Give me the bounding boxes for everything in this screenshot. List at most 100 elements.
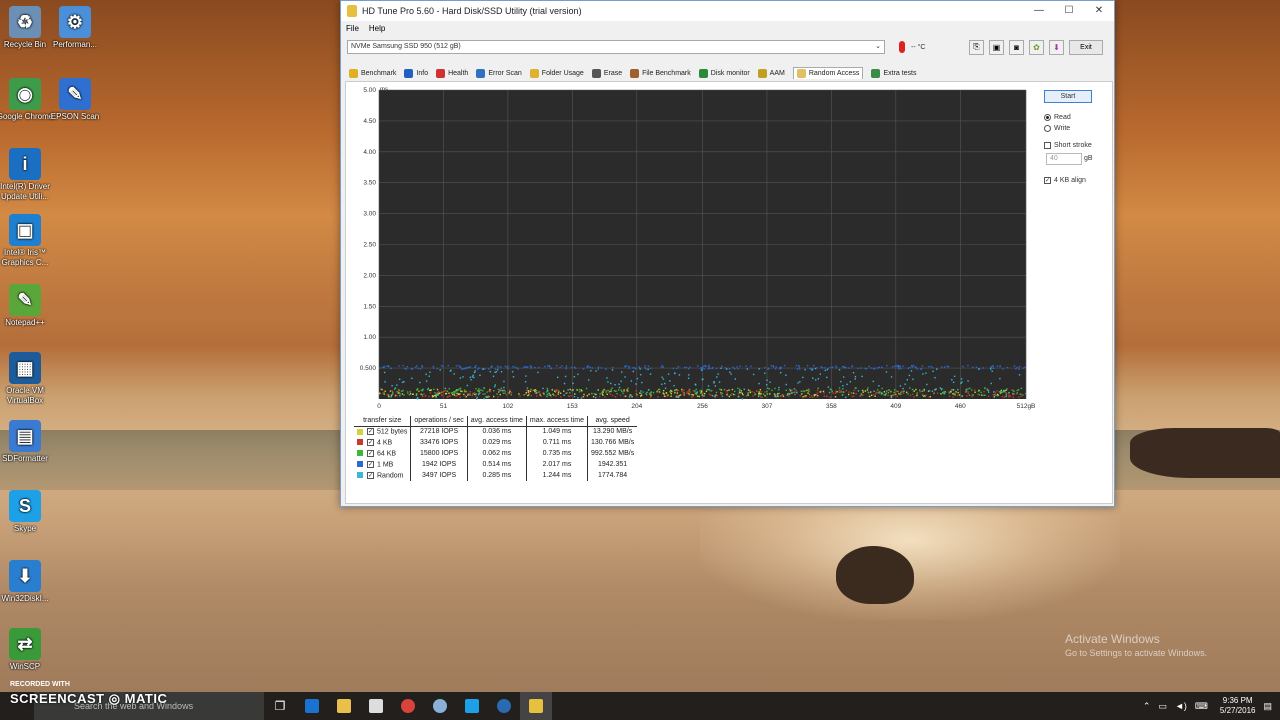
- data-point: [758, 368, 760, 370]
- desktop-icon-5[interactable]: ▣ Intel® Iris™ Graphics C...: [0, 214, 55, 268]
- tab-random-access[interactable]: Random Access: [792, 67, 864, 79]
- data-point: [665, 395, 667, 397]
- read-option[interactable]: Read: [1044, 112, 1108, 123]
- data-point: [629, 394, 631, 396]
- align-option[interactable]: ✓ 4 KB align: [1044, 175, 1108, 186]
- desktop-icon-6[interactable]: ✎ Notepad++: [0, 284, 55, 328]
- drive-select[interactable]: NVMe Samsung SSD 950 (512 gB) ⌄: [347, 40, 885, 54]
- data-point: [874, 367, 876, 369]
- screenshot-icon[interactable]: ◙: [1009, 39, 1024, 55]
- edge-icon[interactable]: [296, 692, 328, 720]
- series-checkbox[interactable]: ✓: [367, 438, 374, 446]
- data-point: [957, 388, 959, 391]
- copy-image-icon[interactable]: ▣: [989, 39, 1004, 55]
- data-point: [1005, 389, 1007, 391]
- paint-icon[interactable]: [424, 692, 456, 720]
- data-point: [785, 374, 787, 376]
- data-point: [511, 370, 514, 373]
- desktop-icon-11[interactable]: ⇄ WinSCP: [0, 628, 55, 672]
- copy-text-icon[interactable]: ⎘: [969, 39, 984, 55]
- series-checkbox[interactable]: ✓: [367, 460, 374, 468]
- minimize-button[interactable]: —: [1024, 1, 1054, 21]
- tray-overflow-icon[interactable]: ⌃: [1143, 701, 1151, 712]
- data-point: [602, 390, 604, 392]
- read-radio[interactable]: [1044, 114, 1051, 121]
- data-point: [902, 387, 904, 390]
- data-point: [582, 368, 585, 370]
- series-checkbox[interactable]: ✓: [367, 471, 374, 479]
- desktop-icon-8[interactable]: ▤ SDFormatter: [0, 420, 55, 464]
- start-button[interactable]: Start: [1044, 90, 1092, 103]
- desktop-icon-1[interactable]: ⚙ Performan...: [45, 6, 105, 50]
- screencast-icon[interactable]: [488, 692, 520, 720]
- data-point: [702, 378, 704, 380]
- data-point: [992, 394, 995, 396]
- tab-disk-monitor[interactable]: Disk monitor: [698, 68, 750, 78]
- data-point: [795, 364, 798, 367]
- data-point: [831, 390, 833, 392]
- data-point: [813, 394, 816, 396]
- data-point: [898, 368, 900, 370]
- cell-avg: 0.062 ms: [466, 448, 527, 459]
- tab-error-scan[interactable]: Error Scan: [476, 68, 522, 78]
- system-tray: ⌃ ▭ ◄) ⌨ 9:36 PM 5/27/2016 ▤: [1143, 692, 1272, 720]
- desktop-icon-label: Oracle VM VirtualBox: [6, 386, 44, 405]
- data-point: [499, 366, 502, 368]
- desktop-icon-7[interactable]: ▦ Oracle VM VirtualBox: [0, 352, 55, 406]
- tab-info[interactable]: Info: [404, 68, 428, 78]
- file-explorer-icon[interactable]: [328, 692, 360, 720]
- data-point: [565, 365, 568, 367]
- network-icon[interactable]: ▭: [1158, 701, 1167, 712]
- tab-folder-usage[interactable]: Folder Usage: [529, 68, 584, 78]
- data-point: [583, 393, 585, 396]
- save-icon[interactable]: ⬇: [1049, 39, 1064, 55]
- align-checkbox[interactable]: ✓: [1044, 177, 1051, 184]
- tab-file-benchmark[interactable]: File Benchmark: [630, 68, 691, 78]
- cell-speed: 1942.351: [587, 459, 638, 470]
- options-icon[interactable]: ✿: [1029, 39, 1044, 55]
- close-button[interactable]: ✕: [1084, 1, 1114, 21]
- short-stroke-checkbox[interactable]: [1044, 142, 1051, 149]
- desktop-icon-9[interactable]: S Skype: [0, 490, 55, 534]
- menu-help[interactable]: Help: [369, 24, 385, 33]
- clock[interactable]: 9:36 PM 5/27/2016: [1220, 696, 1256, 716]
- series-checkbox[interactable]: ✓: [367, 449, 374, 457]
- data-point: [909, 394, 912, 397]
- exit-button[interactable]: Exit: [1069, 39, 1103, 55]
- desktop-icon-3[interactable]: ✎ EPSON Scan: [45, 78, 105, 122]
- data-point: [875, 392, 877, 395]
- desktop-icon-4[interactable]: i Intel(R) Driver Update Utili...: [0, 148, 55, 202]
- tab-erase[interactable]: Erase: [591, 68, 622, 78]
- tab-health[interactable]: Health: [436, 68, 468, 78]
- data-point: [554, 391, 557, 393]
- data-point: [610, 388, 612, 391]
- data-point: [798, 366, 801, 368]
- data-point: [854, 387, 856, 389]
- series-swatch: [357, 450, 363, 457]
- store-icon[interactable]: [360, 692, 392, 720]
- menu-file[interactable]: File: [346, 24, 359, 33]
- tab-extra-tests[interactable]: Extra tests: [871, 68, 917, 78]
- title-bar[interactable]: HD Tune Pro 5.60 - Hard Disk/SSD Utility…: [341, 1, 1114, 21]
- data-point: [710, 394, 712, 397]
- short-stroke-input[interactable]: 40: [1046, 153, 1082, 165]
- chrome-icon[interactable]: [392, 692, 424, 720]
- data-point: [721, 365, 723, 367]
- desktop-icon-10[interactable]: ⬇ Win32DiskI...: [0, 560, 55, 604]
- short-stroke-option[interactable]: Short stroke: [1044, 140, 1108, 151]
- notifications-icon[interactable]: ▤: [1263, 701, 1272, 712]
- data-point: [577, 397, 579, 399]
- hdtune-taskbar-icon[interactable]: [520, 692, 552, 720]
- task-view-icon[interactable]: ❐: [264, 692, 296, 720]
- tab-aam[interactable]: AAM: [757, 68, 785, 78]
- tab-benchmark[interactable]: Benchmark: [349, 68, 396, 78]
- keyboard-icon[interactable]: ⌨: [1195, 701, 1208, 712]
- skype-icon[interactable]: [456, 692, 488, 720]
- series-checkbox[interactable]: ✓: [367, 428, 374, 436]
- volume-icon[interactable]: ◄): [1175, 701, 1187, 711]
- write-radio[interactable]: [1044, 125, 1051, 132]
- write-option[interactable]: Write: [1044, 123, 1108, 134]
- data-point: [807, 388, 810, 391]
- data-point: [814, 367, 817, 370]
- maximize-button[interactable]: ☐: [1054, 1, 1084, 21]
